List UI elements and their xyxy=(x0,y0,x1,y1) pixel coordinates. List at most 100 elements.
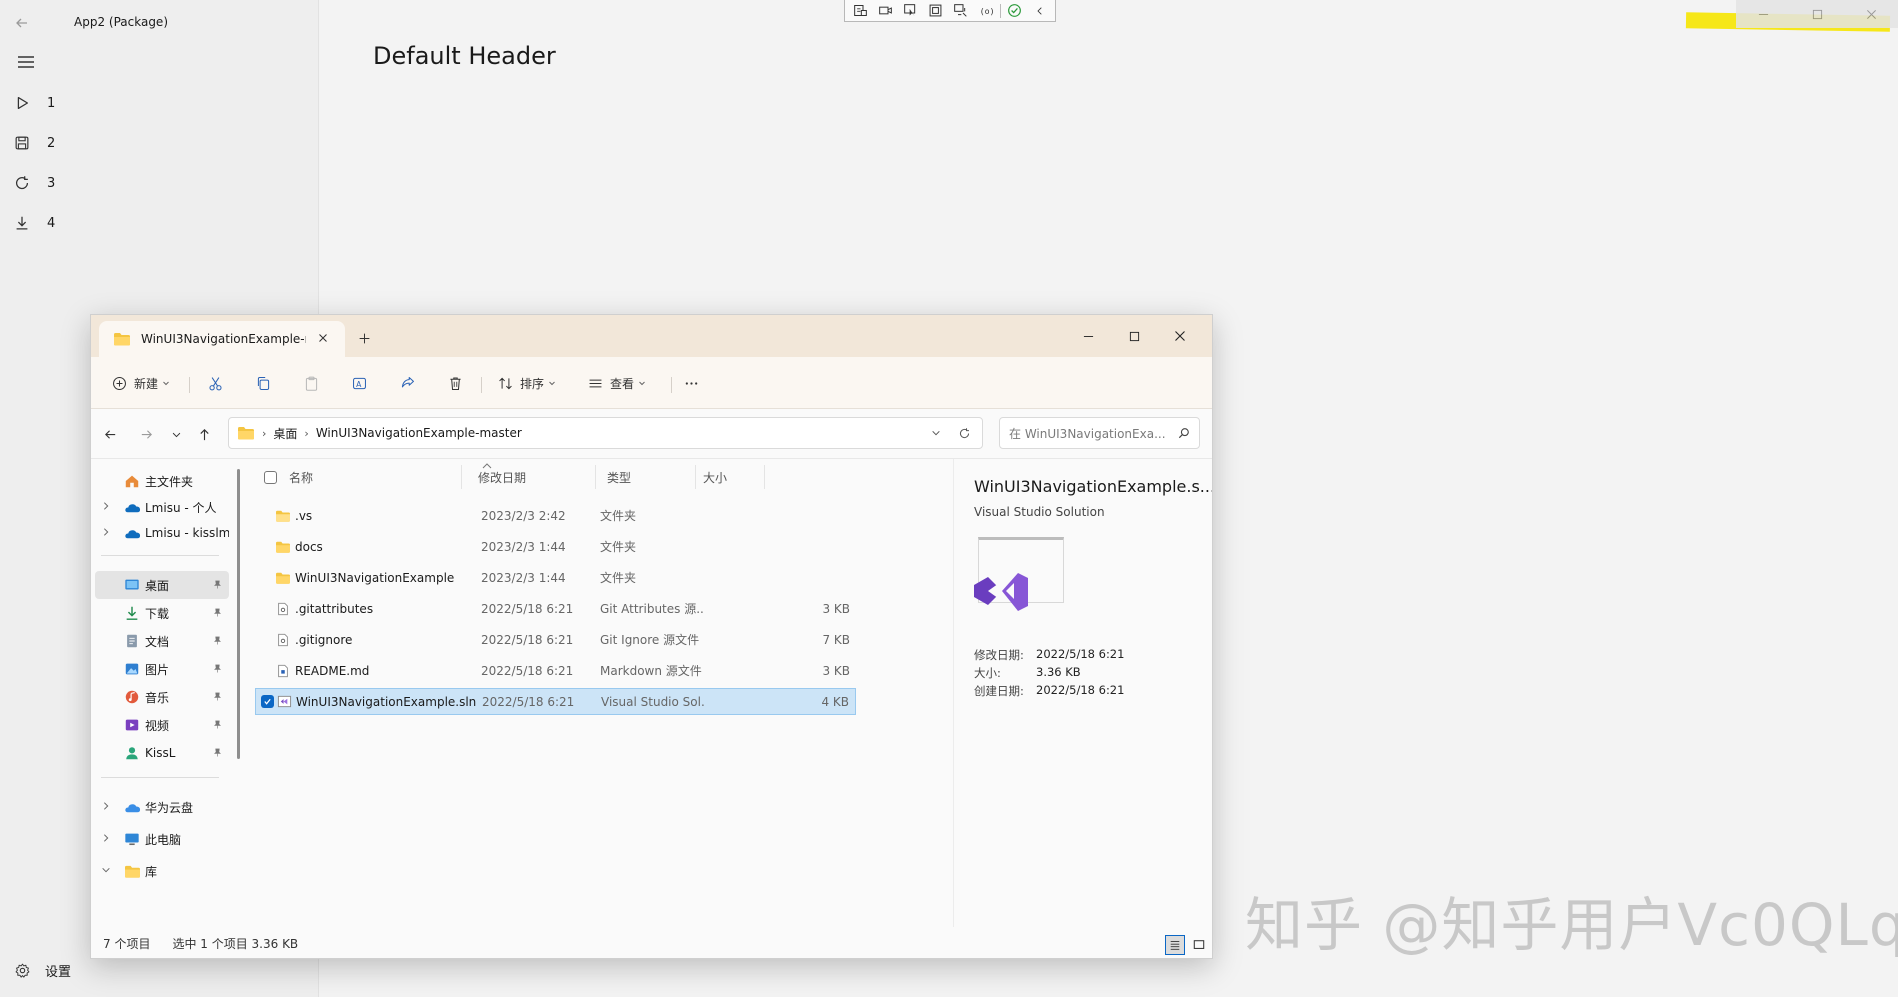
chevron-right-icon[interactable] xyxy=(101,801,113,813)
onedrive-icon xyxy=(123,498,141,516)
column-divider[interactable] xyxy=(461,465,462,489)
more-options-button[interactable] xyxy=(681,368,701,398)
sidebar-item-this-pc[interactable]: 此电脑 xyxy=(91,825,229,853)
cut-button[interactable] xyxy=(205,368,225,398)
hot-reload-icon[interactable]: (o) xyxy=(975,2,997,20)
refresh-button[interactable] xyxy=(951,417,977,449)
hamburger-menu-icon[interactable] xyxy=(14,52,38,72)
forward-button[interactable] xyxy=(135,423,157,445)
share-button[interactable] xyxy=(397,368,417,398)
sort-label: 排序 xyxy=(520,375,544,392)
nav-item-4[interactable]: 4 xyxy=(0,205,319,241)
sidebar-item-downloads[interactable]: 下载 xyxy=(91,599,229,627)
new-button[interactable]: 新建 xyxy=(109,368,170,398)
tiles-view-button[interactable] xyxy=(1189,935,1209,955)
file-row[interactable]: WinUI3NavigationExample 2023/2/3 1:44 文件… xyxy=(255,564,856,591)
minimize-button[interactable] xyxy=(1065,321,1111,351)
close-tab-icon[interactable] xyxy=(316,331,332,347)
column-header-size[interactable]: 大小 xyxy=(703,459,727,495)
pin-icon[interactable] xyxy=(213,608,223,618)
sidebar-item-library[interactable]: 库 xyxy=(91,857,229,885)
file-row[interactable]: README.md 2022/5/18 6:21 Markdown 源文件 3 … xyxy=(255,657,856,684)
tab-winui3navigationexample[interactable]: WinUI3NavigationExample-master xyxy=(99,321,345,357)
toolbar-divider xyxy=(1000,4,1001,18)
pin-icon[interactable] xyxy=(213,580,223,590)
sidebar-item-lmisu-kisslmi[interactable]: Lmisu - kisslmi xyxy=(91,519,229,547)
pin-icon[interactable] xyxy=(213,692,223,702)
up-button[interactable] xyxy=(193,423,215,445)
sidebar-item-huawei-cloud[interactable]: 华为云盘 xyxy=(91,793,229,821)
collapse-chevron-icon[interactable] xyxy=(1029,2,1051,20)
pin-icon[interactable] xyxy=(213,748,223,758)
sidebar-scrollbar[interactable] xyxy=(237,469,240,759)
close-button[interactable] xyxy=(1157,321,1203,351)
nav-item-1[interactable]: 1 xyxy=(0,85,319,121)
sidebar-item-lmisu-personal[interactable]: Lmisu - 个人 xyxy=(91,493,229,521)
sidebar-item-music[interactable]: 音乐 xyxy=(91,683,229,711)
settings-nav-item[interactable]: 设置 xyxy=(0,955,71,985)
sidebar-item-documents[interactable]: 文档 xyxy=(91,627,229,655)
file-row-selected[interactable]: WinUI3NavigationExample.sln 2022/5/18 6:… xyxy=(255,688,856,715)
chevron-right-icon[interactable] xyxy=(101,527,113,539)
command-separator xyxy=(671,377,672,393)
view-button[interactable]: 查看 xyxy=(585,368,646,398)
play-icon xyxy=(11,92,33,114)
minimize-icon[interactable] xyxy=(1758,9,1769,20)
column-header-type[interactable]: 类型 xyxy=(607,459,631,495)
sidebar-item-pictures[interactable]: 图片 xyxy=(91,655,229,683)
new-tab-button[interactable] xyxy=(353,327,375,349)
details-view-button[interactable] xyxy=(1165,935,1185,955)
pin-icon[interactable] xyxy=(213,720,223,730)
file-row[interactable]: .gitignore 2022/5/18 6:21 Git Ignore 源文件… xyxy=(255,626,856,653)
rename-button[interactable]: A xyxy=(349,368,369,398)
search-input[interactable]: 在 WinUI3NavigationExa... xyxy=(999,417,1200,449)
recent-locations-button[interactable] xyxy=(165,423,187,445)
select-all-checkbox[interactable] xyxy=(264,471,277,484)
sort-button[interactable]: 排序 xyxy=(495,368,556,398)
vs-solution-icon xyxy=(276,694,292,710)
row-checkbox-checked[interactable] xyxy=(261,695,274,708)
tab-title: WinUI3NavigationExample-master xyxy=(141,332,306,346)
maximize-icon[interactable] xyxy=(1812,9,1823,20)
column-divider[interactable] xyxy=(764,465,765,489)
maximize-button[interactable] xyxy=(1111,321,1157,351)
back-arrow-icon[interactable] xyxy=(12,13,32,33)
chevron-right-icon[interactable] xyxy=(101,833,113,845)
nav-item-2[interactable]: 2 xyxy=(0,125,319,161)
pin-icon[interactable] xyxy=(213,664,223,674)
chevron-right-icon[interactable] xyxy=(101,501,113,513)
address-dropdown-icon[interactable] xyxy=(926,417,946,449)
sidebar-item-label: 此电脑 xyxy=(145,831,229,848)
pin-icon[interactable] xyxy=(213,636,223,646)
column-divider[interactable] xyxy=(595,465,596,489)
sidebar-item-home[interactable]: 主文件夹 xyxy=(91,467,229,495)
live-visual-tree-icon[interactable] xyxy=(849,2,871,20)
copy-button[interactable] xyxy=(253,368,273,398)
check-icon[interactable] xyxy=(1004,2,1026,20)
sidebar-item-kissl[interactable]: KissL xyxy=(91,739,229,767)
close-icon[interactable] xyxy=(1866,9,1877,20)
column-divider[interactable] xyxy=(695,465,696,489)
file-row[interactable]: .gitattributes 2022/5/18 6:21 Git Attrib… xyxy=(255,595,856,622)
back-button[interactable] xyxy=(99,423,121,445)
column-header-name[interactable]: 名称 xyxy=(289,459,313,495)
sidebar-item-desktop[interactable]: 桌面 xyxy=(95,571,229,599)
select-element-icon[interactable] xyxy=(899,2,921,20)
paste-button[interactable] xyxy=(301,368,321,398)
track-focus-icon[interactable] xyxy=(950,2,972,20)
display-adorners-icon[interactable] xyxy=(924,2,946,20)
breadcrumb-desktop[interactable]: 桌面 xyxy=(273,425,297,442)
music-icon xyxy=(123,688,141,706)
column-header-date[interactable]: 修改日期 xyxy=(478,459,526,495)
file-row[interactable]: .vs 2023/2/3 2:42 文件夹 xyxy=(255,502,856,529)
debug-toolbar: (o) xyxy=(844,0,1056,22)
search-placeholder: 在 WinUI3NavigationExa... xyxy=(1009,425,1166,442)
nav-item-3[interactable]: 3 xyxy=(0,165,319,201)
breadcrumb-folder[interactable]: WinUI3NavigationExample-master xyxy=(316,426,522,440)
address-bar[interactable]: › 桌面 › WinUI3NavigationExample-master xyxy=(228,417,983,449)
sidebar-item-videos[interactable]: 视频 xyxy=(91,711,229,739)
delete-button[interactable] xyxy=(445,368,465,398)
chevron-down-icon[interactable] xyxy=(101,865,113,877)
file-row[interactable]: docs 2023/2/3 1:44 文件夹 xyxy=(255,533,856,560)
camera-icon[interactable] xyxy=(874,2,896,20)
